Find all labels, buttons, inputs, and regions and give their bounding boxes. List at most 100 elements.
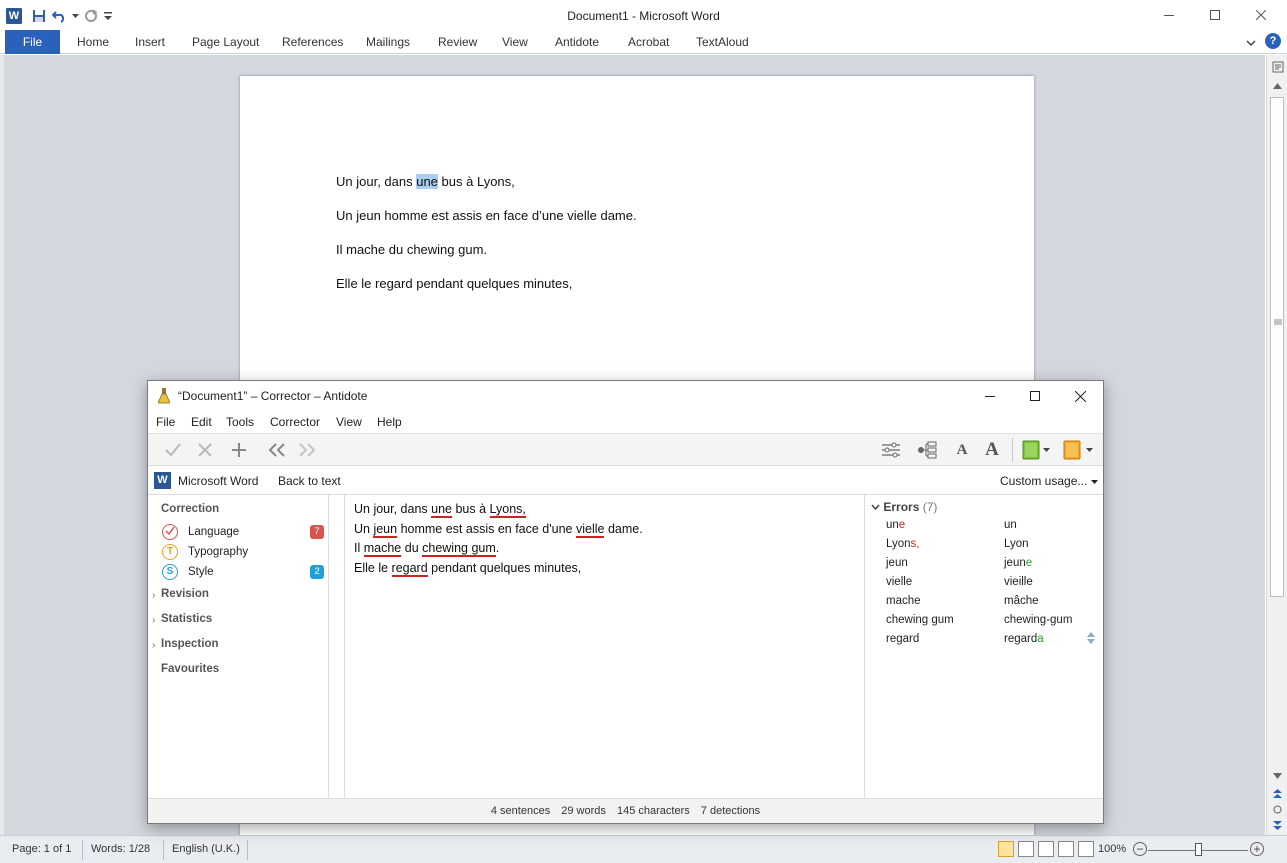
antidote-navigation-panel: Correction Language 7 T Typography S Sty… (148, 495, 329, 798)
tab-textaloud[interactable]: TextAloud (696, 35, 749, 49)
zoom-out-icon[interactable]: − (1133, 842, 1147, 856)
menu-tools[interactable]: Tools (226, 415, 254, 429)
detected-error[interactable]: regard (391, 560, 428, 577)
scroll-thumb[interactable] (1270, 97, 1284, 597)
error-suggestion[interactable]: jeune (1004, 557, 1032, 569)
menu-edit[interactable]: Edit (191, 415, 212, 429)
word-maximize-button[interactable] (1192, 0, 1238, 30)
accept-correction-icon[interactable] (160, 438, 186, 462)
antidote-text-panel[interactable]: Un jour, dans une bus à Lyons, Un jeun ho… (345, 495, 865, 798)
increase-font-icon[interactable]: A (979, 438, 1005, 462)
ribbon-collapse-icon[interactable] (1246, 36, 1256, 50)
tab-insert[interactable]: Insert (135, 35, 165, 49)
detected-error[interactable]: chewing gum (422, 541, 496, 557)
tab-home[interactable]: Home (77, 35, 109, 49)
scroll-up-icon[interactable] (1271, 81, 1284, 91)
word-minimize-button[interactable] (1146, 0, 1192, 30)
error-suggestion[interactable]: chewing-gum (1004, 614, 1072, 626)
error-word[interactable]: une (886, 519, 905, 531)
source-app-name[interactable]: Microsoft Word (178, 474, 258, 488)
ruler-toggle-icon[interactable] (1271, 61, 1284, 75)
nav-item-typography[interactable]: Typography (188, 546, 248, 558)
error-suggestion[interactable]: vieille (1004, 576, 1033, 588)
antidote-close-button[interactable] (1057, 381, 1103, 411)
detected-error[interactable]: jeun (373, 521, 398, 538)
full-screen-reading-icon[interactable] (1018, 841, 1034, 857)
error-suggestion[interactable]: un (1004, 519, 1017, 531)
web-layout-icon[interactable] (1038, 841, 1054, 857)
antidote-minimize-button[interactable] (967, 381, 1013, 411)
word-count[interactable]: Words: 1/28 (91, 843, 150, 855)
guides-book-icon[interactable] (1060, 438, 1098, 462)
antidote-maximize-button[interactable] (1012, 381, 1058, 411)
tab-antidote[interactable]: Antidote (555, 35, 599, 49)
error-word[interactable]: regard (886, 633, 919, 645)
custom-usage-dropdown[interactable]: Custom usage... (1000, 474, 1098, 488)
zoom-in-icon[interactable]: + (1250, 842, 1264, 856)
file-tab[interactable]: File (5, 30, 60, 54)
nav-inspection[interactable]: Inspection (161, 638, 219, 650)
filter-settings-icon[interactable] (878, 438, 904, 462)
nav-statistics[interactable]: Statistics (161, 613, 212, 625)
print-layout-view-icon[interactable] (998, 841, 1014, 857)
error-suggestion[interactable]: mâche (1004, 595, 1039, 607)
reject-correction-icon[interactable] (192, 438, 218, 462)
nav-revision[interactable]: Revision (161, 588, 209, 600)
scroll-down-icon[interactable] (1271, 771, 1284, 781)
nav-item-language[interactable]: Language (188, 526, 239, 538)
chevron-right-icon[interactable]: › (152, 615, 155, 626)
tab-page-layout[interactable]: Page Layout (192, 35, 259, 49)
decrease-font-icon[interactable]: A (949, 438, 975, 462)
tab-references[interactable]: References (282, 35, 343, 49)
error-word[interactable]: chewing gum (886, 614, 954, 626)
next-detection-icon[interactable] (294, 438, 320, 462)
chevron-right-icon[interactable]: › (152, 640, 155, 651)
menu-file[interactable]: File (156, 415, 175, 429)
zoom-slider-thumb[interactable] (1195, 843, 1202, 856)
tab-acrobat[interactable]: Acrobat (628, 35, 669, 49)
error-word[interactable]: jeun (886, 557, 908, 569)
dictionaries-book-icon[interactable] (1020, 438, 1054, 462)
help-icon[interactable]: ? (1265, 33, 1281, 49)
chevron-right-icon[interactable]: › (152, 590, 155, 601)
text-segment: dame. (604, 521, 643, 536)
detected-error[interactable]: une (431, 502, 452, 518)
error-word[interactable]: Lyons, (886, 538, 919, 550)
vertical-scrollbar[interactable] (1266, 55, 1287, 835)
tab-review[interactable]: Review (438, 35, 477, 49)
antidote-status-bar: 4 sentences 29 words 145 characters 7 de… (148, 798, 1103, 823)
tab-view[interactable]: View (502, 35, 528, 49)
back-to-text-button[interactable]: Back to text (278, 474, 341, 488)
nav-item-style[interactable]: Style (188, 566, 214, 578)
menu-corrector[interactable]: Corrector (270, 415, 320, 429)
previous-page-icon[interactable] (1271, 789, 1284, 801)
previous-detection-icon[interactable] (264, 438, 290, 462)
menu-help[interactable]: Help (377, 415, 402, 429)
next-page-icon[interactable] (1271, 820, 1284, 832)
scroll-updown-icon[interactable] (1087, 632, 1095, 647)
error-word[interactable]: mache (886, 595, 921, 607)
zoom-level[interactable]: 100% (1098, 843, 1126, 855)
error-word[interactable]: vielle (886, 576, 912, 588)
language-check-icon (162, 524, 178, 540)
nav-favourites[interactable]: Favourites (161, 663, 219, 675)
select-browse-object-icon[interactable] (1271, 805, 1284, 816)
structure-tree-icon[interactable] (914, 438, 940, 462)
page-count[interactable]: Page: 1 of 1 (12, 843, 71, 855)
word-close-button[interactable] (1238, 0, 1284, 30)
antidote-title-bar: “Document1” – Corrector – Antidote (148, 381, 1103, 411)
language-indicator[interactable]: English (U.K.) (172, 843, 240, 855)
error-suggestion[interactable]: Lyon (1004, 538, 1029, 550)
outline-view-icon[interactable] (1058, 841, 1074, 857)
menu-view[interactable]: View (336, 415, 362, 429)
word-window-title: Document1 - Microsoft Word (567, 9, 720, 23)
detected-error[interactable]: Lyons, (489, 502, 526, 518)
add-icon[interactable] (226, 438, 252, 462)
draft-view-icon[interactable] (1078, 841, 1094, 857)
nav-correction-heading[interactable]: Correction (161, 503, 219, 515)
errors-heading[interactable]: Errors (7) (871, 500, 937, 514)
detected-error[interactable]: mache (363, 541, 402, 557)
tab-mailings[interactable]: Mailings (366, 35, 410, 49)
detected-error[interactable]: vielle (575, 521, 605, 538)
error-suggestion[interactable]: regarda (1004, 633, 1044, 645)
